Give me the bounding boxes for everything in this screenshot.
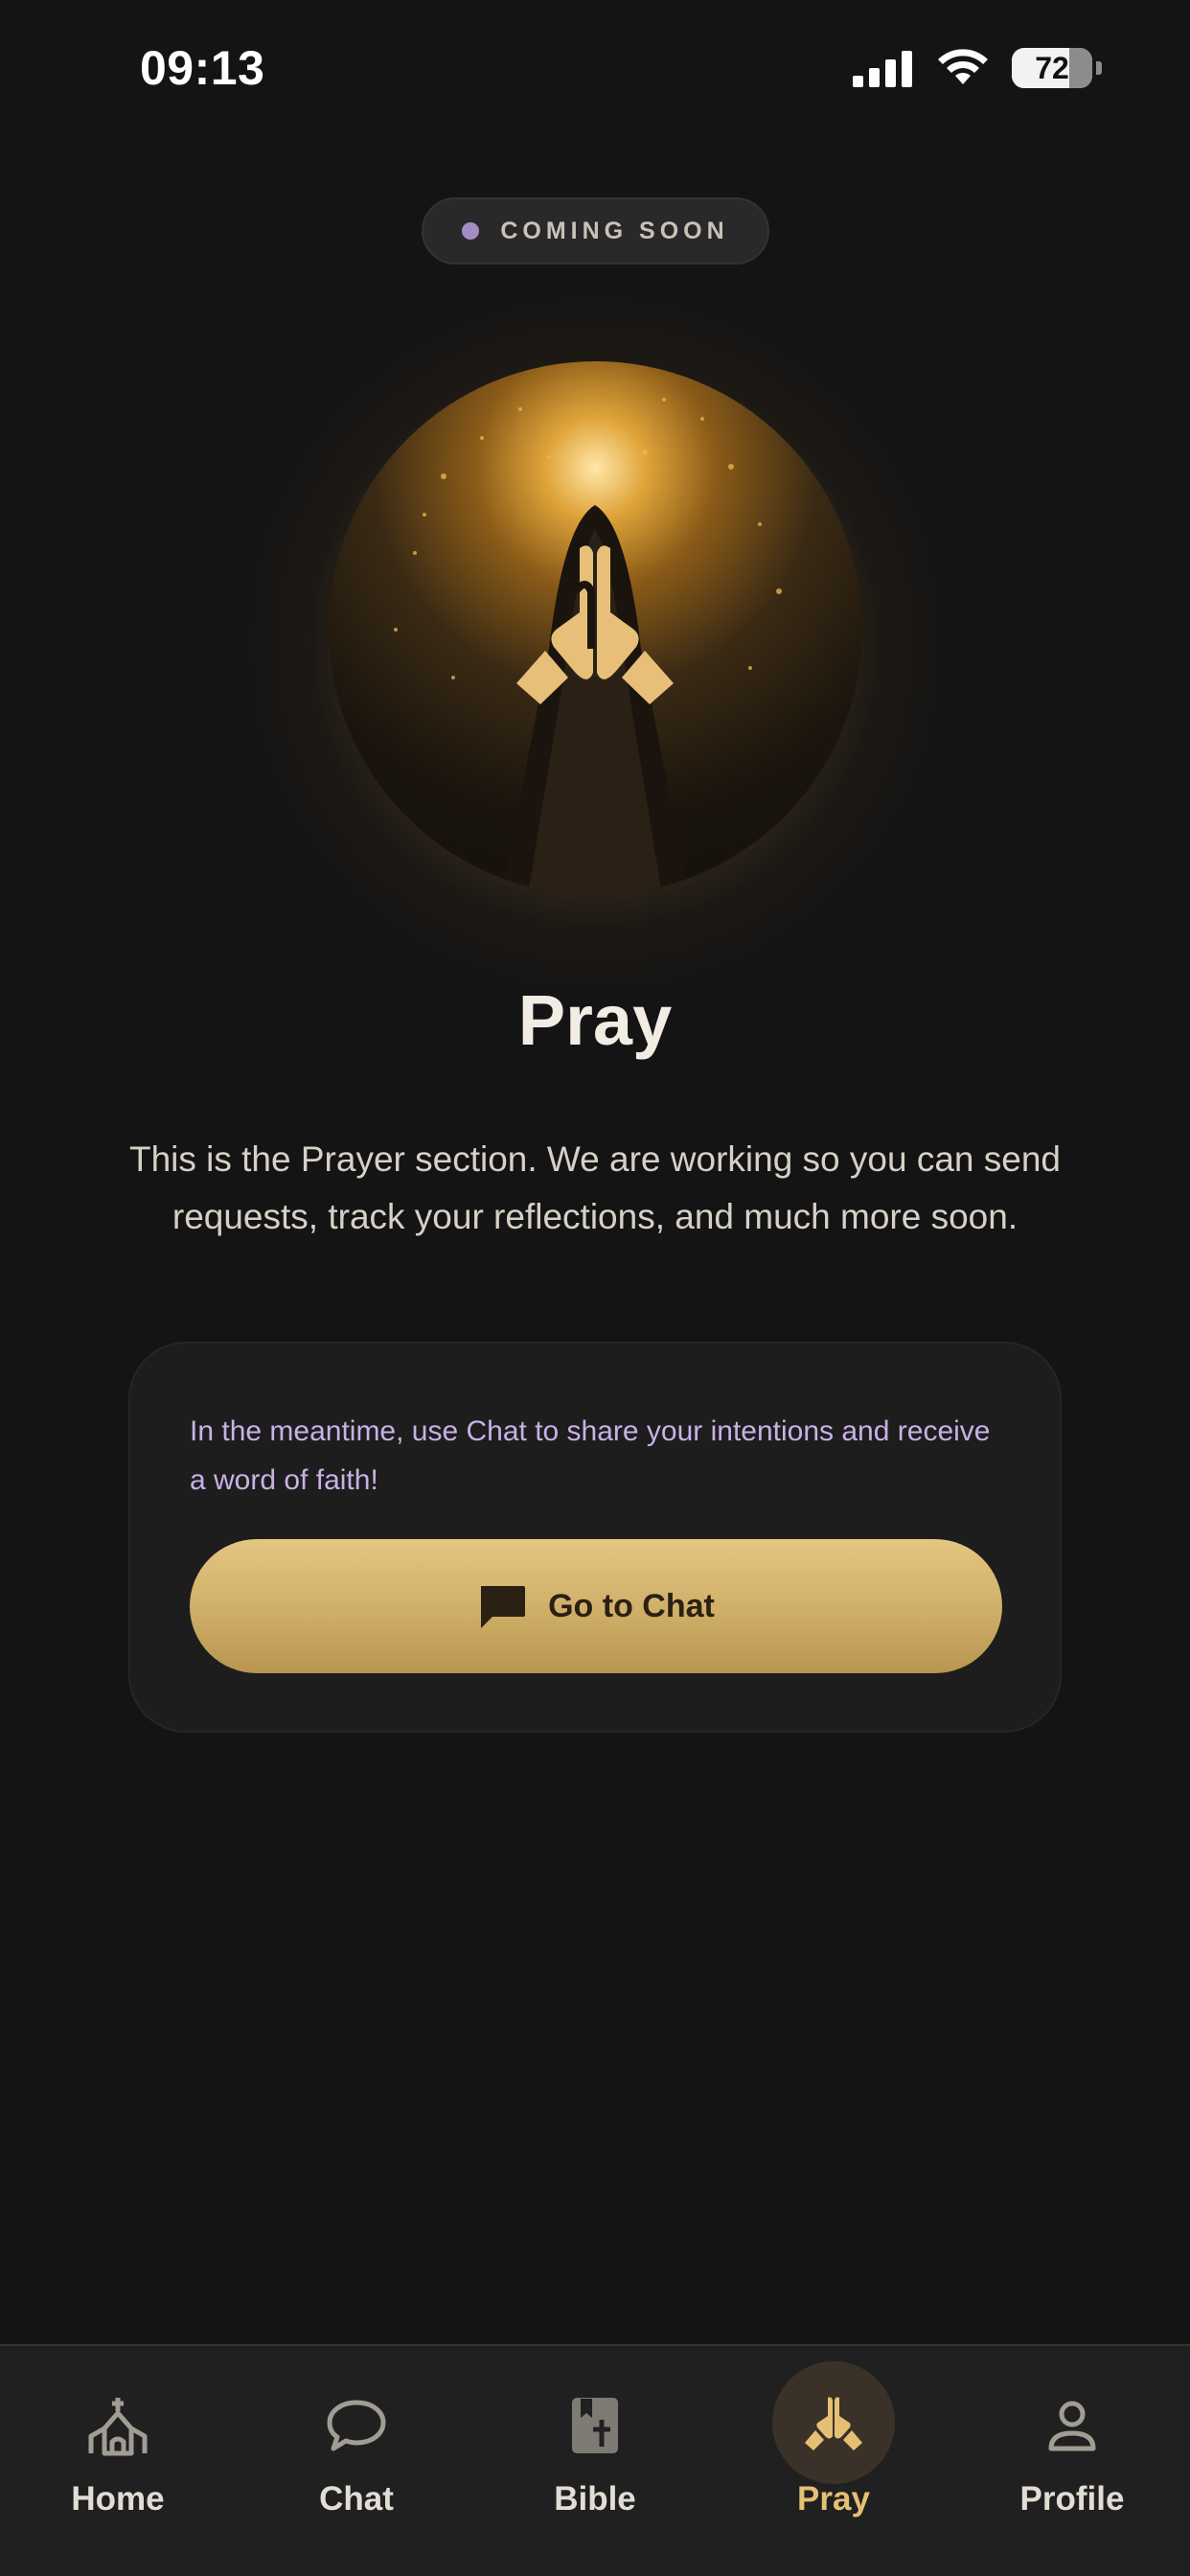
battery-icon: 72 xyxy=(1012,48,1092,88)
page-description: This is the Prayer section. We are worki… xyxy=(128,1139,1062,1236)
praying-hands-icon xyxy=(805,2397,862,2450)
profile-icon xyxy=(1048,2401,1096,2451)
tab-profile-label: Profile xyxy=(1019,2480,1125,2518)
coming-soon-badge: COMING SOON xyxy=(422,197,769,264)
cellular-signal-icon xyxy=(853,51,912,87)
tab-pray-label: Pray xyxy=(797,2480,870,2518)
status-dot-icon xyxy=(462,222,480,240)
battery-level: 72 xyxy=(1035,50,1069,85)
bible-icon xyxy=(572,2398,618,2453)
status-icons: 72 xyxy=(853,48,1102,88)
tab-home-label: Home xyxy=(71,2480,165,2518)
tab-chat-label: Chat xyxy=(319,2480,394,2518)
praying-hands-image xyxy=(329,361,862,895)
tab-bible[interactable]: Bible xyxy=(499,2344,691,2576)
card-message: In the meantime, use Chat to share your … xyxy=(190,1415,991,1496)
coming-soon-label: COMING SOON xyxy=(500,217,729,244)
tab-home[interactable]: Home xyxy=(22,2344,214,2576)
church-icon xyxy=(88,2398,148,2456)
chat-icon xyxy=(327,2400,386,2451)
tab-chat[interactable]: Chat xyxy=(261,2344,452,2576)
go-to-chat-label: Go to Chat xyxy=(548,1587,715,1624)
chat-bubble-icon xyxy=(481,1586,526,1628)
status-time: 09:13 xyxy=(140,41,265,95)
chat-suggestion-card: In the meantime, use Chat to share your … xyxy=(128,1342,1062,1733)
pray-screen: 09:13 72 COMING SOON Pray This is the Pr… xyxy=(0,0,1190,2576)
tab-bible-label: Bible xyxy=(554,2480,636,2518)
go-to-chat-button[interactable]: Go to Chat xyxy=(190,1539,1002,1673)
tab-profile[interactable]: Profile xyxy=(976,2344,1168,2576)
wifi-icon xyxy=(938,49,988,84)
tab-pray[interactable]: Pray xyxy=(738,2344,929,2576)
page-title: Pray xyxy=(517,980,673,1060)
